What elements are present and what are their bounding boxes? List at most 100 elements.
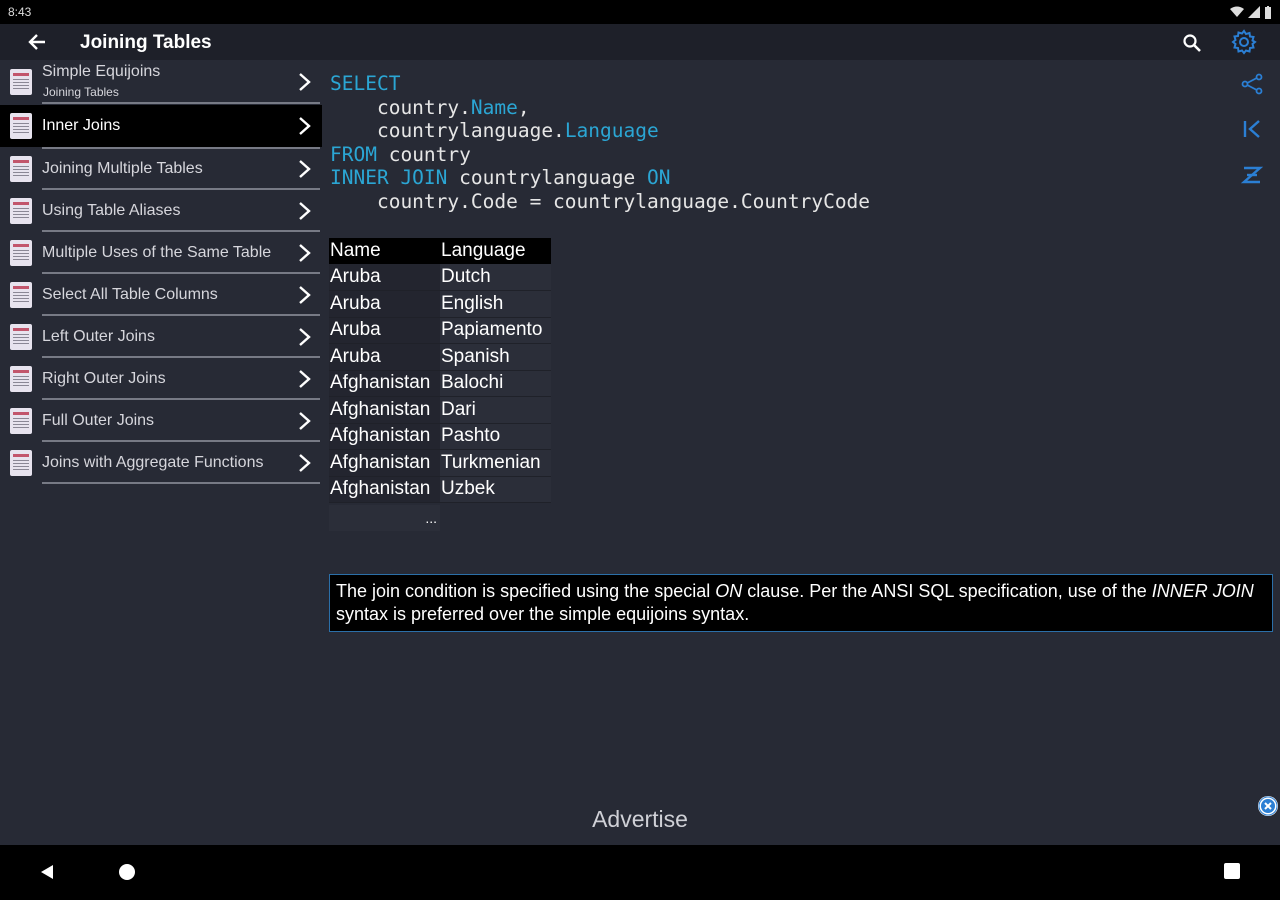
sidebar-item-sublabel: Joining Tables <box>43 85 119 99</box>
table-cell: Aruba <box>329 317 440 344</box>
table-row: Aruba Dutch <box>329 264 551 291</box>
sql-code-block: SELECT country.Name, countrylanguage.Lan… <box>330 72 870 214</box>
sidebar-item-left-outer-joins[interactable]: Left Outer Joins <box>0 316 322 358</box>
table-cell: Uzbek <box>440 476 551 503</box>
back-button[interactable] <box>22 28 52 56</box>
chevron-right-icon <box>299 328 311 346</box>
sidebar-item-simple-equijoins[interactable]: Simple Equijoins Joining Tables <box>0 60 322 104</box>
column-header: Language <box>440 238 551 264</box>
more-rows-indicator: ... <box>329 505 440 531</box>
table-cell: Pashto <box>440 423 551 450</box>
document-icon <box>10 198 32 224</box>
status-bar: 8:43 <box>0 0 1280 24</box>
sql-keyword: ON <box>647 166 671 190</box>
chevron-right-icon <box>299 202 311 220</box>
search-button[interactable] <box>1178 29 1206 57</box>
table-cell: Dutch <box>440 264 551 291</box>
note-text: syntax is preferred over the simple equi… <box>336 604 750 624</box>
document-icon <box>10 240 32 266</box>
sidebar: Simple Equijoins Joining Tables Inner Jo… <box>0 60 322 850</box>
sidebar-item-label: Using Table Aliases <box>42 202 181 219</box>
table-row: Afghanistan Dari <box>329 396 551 424</box>
table-cell: Afghanistan <box>329 396 440 424</box>
divider <box>42 482 320 484</box>
nav-back-icon[interactable] <box>37 862 57 882</box>
table-cell: Afghanistan <box>329 449 440 477</box>
sidebar-item-inner-joins[interactable]: Inner Joins <box>0 105 322 149</box>
code-text: country.Code = countrylanguage.CountryCo… <box>330 189 871 213</box>
system-navigation-bar <box>0 845 1280 900</box>
status-time: 8:43 <box>8 5 32 19</box>
document-icon <box>10 324 32 350</box>
code-column: Name <box>470 95 518 119</box>
sidebar-item-full-outer-joins[interactable]: Full Outer Joins <box>0 400 322 442</box>
share-icon <box>1241 73 1263 95</box>
sidebar-item-joins-aggregate-functions[interactable]: Joins with Aggregate Functions <box>0 442 322 484</box>
sidebar-item-using-table-aliases[interactable]: Using Table Aliases <box>0 190 322 232</box>
table-header-row: Name Language <box>329 238 551 264</box>
document-icon <box>10 450 32 476</box>
sidebar-item-label: Left Outer Joins <box>42 328 155 345</box>
close-icon <box>1258 796 1278 816</box>
table-cell: English <box>440 290 551 318</box>
share-button[interactable] <box>1237 69 1267 99</box>
sidebar-item-label: Joining Multiple Tables <box>42 160 203 177</box>
table-row: Aruba Papiamento <box>329 317 551 344</box>
code-text: countrylanguage. <box>330 119 565 143</box>
note-text: The join condition is specified using th… <box>336 581 716 601</box>
chevron-right-icon <box>299 73 311 91</box>
ad-close-button[interactable] <box>1258 796 1278 816</box>
sql-keyword: FROM <box>330 142 377 166</box>
table-cell: Afghanistan <box>329 476 440 503</box>
sidebar-item-multiple-uses-same-table[interactable]: Multiple Uses of the Same Table <box>0 232 322 274</box>
sidebar-item-right-outer-joins[interactable]: Right Outer Joins <box>0 358 322 400</box>
sidebar-item-label: Multiple Uses of the Same Table <box>42 244 272 261</box>
page-title: Joining Tables <box>80 32 212 53</box>
first-page-button[interactable] <box>1237 114 1267 144</box>
table-row: Aruba Spanish <box>329 343 551 371</box>
table-row: Afghanistan Uzbek <box>329 476 551 503</box>
search-icon <box>1183 34 1201 52</box>
sql-keyword: INNER JOIN <box>330 166 448 190</box>
sidebar-item-joining-multiple-tables[interactable]: Joining Multiple Tables <box>0 148 322 190</box>
document-icon <box>10 156 32 182</box>
app-bar: Joining Tables <box>0 24 1280 60</box>
table-cell: Turkmenian <box>440 449 551 477</box>
settings-button[interactable] <box>1229 27 1259 57</box>
document-icon <box>10 69 32 95</box>
chevron-right-icon <box>299 244 311 262</box>
signal-icon <box>1248 6 1260 18</box>
divider <box>42 102 320 104</box>
code-text: , <box>517 95 530 119</box>
back-arrow-icon <box>28 34 45 50</box>
sidebar-item-label: Simple Equijoins <box>42 63 161 80</box>
table-cell: Aruba <box>329 264 440 291</box>
sort-button[interactable] <box>1237 160 1267 190</box>
result-table: Name Language Aruba Dutch Aruba English Ar… <box>329 238 551 503</box>
chevron-right-icon <box>299 117 311 135</box>
nav-home-icon[interactable] <box>119 864 135 880</box>
table-row: Aruba English <box>329 290 551 318</box>
sidebar-item-label: Inner Joins <box>42 117 121 134</box>
ad-banner-label[interactable]: Advertise <box>0 806 1280 833</box>
table-cell: Spanish <box>440 343 551 371</box>
table-cell: Afghanistan <box>329 423 440 450</box>
note-emphasis: ON <box>715 581 743 601</box>
wifi-icon <box>1230 6 1244 17</box>
sidebar-item-select-all-table-columns[interactable]: Select All Table Columns <box>0 274 322 316</box>
table-cell: Aruba <box>329 290 440 318</box>
code-text: country. <box>330 95 471 119</box>
document-icon <box>10 366 32 392</box>
chevron-right-icon <box>299 160 311 178</box>
table-cell: Afghanistan <box>329 370 440 397</box>
table-row: Afghanistan Balochi <box>329 370 551 397</box>
first-page-icon <box>1243 120 1260 138</box>
battery-icon <box>1265 5 1271 19</box>
code-text: countrylanguage <box>447 166 647 190</box>
sidebar-item-label: Joins with Aggregate Functions <box>42 454 264 471</box>
table-cell: Aruba <box>329 343 440 371</box>
table-cell: Balochi <box>440 370 551 397</box>
sql-keyword: SELECT <box>330 72 401 95</box>
nav-recents-icon[interactable] <box>1224 863 1240 879</box>
chevron-right-icon <box>299 370 311 388</box>
